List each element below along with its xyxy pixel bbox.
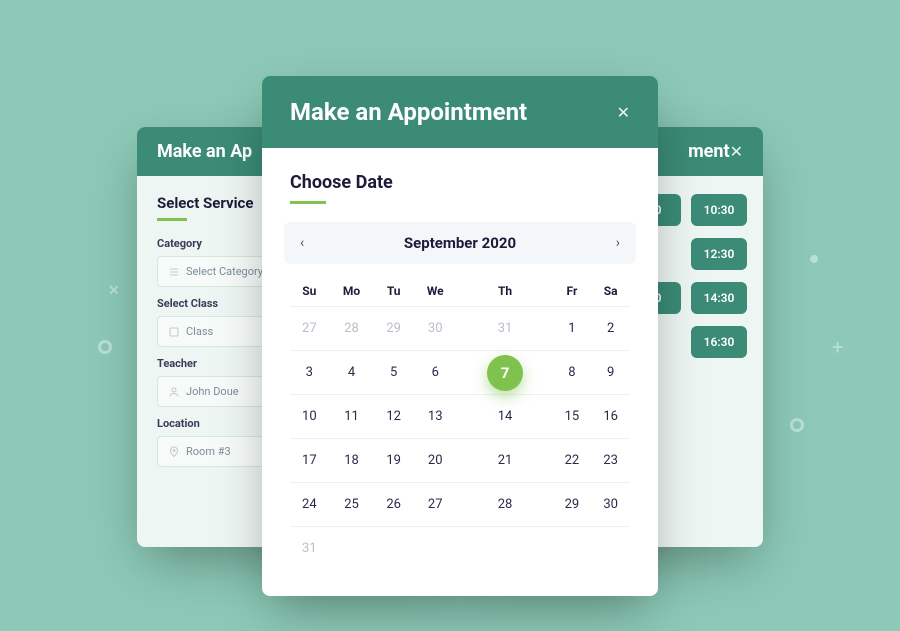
section-title: Choose Date xyxy=(290,172,630,193)
category-value: Select Category xyxy=(186,265,263,278)
tag-icon xyxy=(168,326,180,338)
calendar-day[interactable]: 2 xyxy=(591,307,630,351)
list-icon xyxy=(168,266,180,278)
calendar-day[interactable]: 31 xyxy=(290,527,329,571)
time-slot[interactable]: 16:30 xyxy=(691,326,747,358)
calendar-day[interactable]: 3 xyxy=(290,351,329,395)
calendar-day[interactable]: 31 xyxy=(457,307,552,351)
calendar-day[interactable]: 5 xyxy=(374,351,413,395)
calendar-day[interactable]: 27 xyxy=(413,483,457,527)
calendar-day[interactable]: 19 xyxy=(374,439,413,483)
calendar-day[interactable]: 12 xyxy=(374,395,413,439)
dow-header: Th xyxy=(457,274,552,307)
calendar: SuMoTuWeThFrSa 2728293031123456789101112… xyxy=(290,274,630,571)
calendar-day[interactable]: 17 xyxy=(290,439,329,483)
class-value: Class xyxy=(186,325,213,338)
section-rule xyxy=(290,201,326,204)
calendar-day[interactable]: 15 xyxy=(553,395,592,439)
time-slot[interactable]: 12:30 xyxy=(691,238,747,270)
section-rule xyxy=(157,218,187,221)
close-icon[interactable]: ✕ xyxy=(730,142,743,161)
month-bar: ‹ September 2020 › xyxy=(284,222,636,264)
calendar-day[interactable]: 18 xyxy=(329,439,375,483)
calendar-day[interactable]: 26 xyxy=(374,483,413,527)
calendar-day[interactable]: 23 xyxy=(591,439,630,483)
close-icon[interactable]: ✕ xyxy=(617,103,630,122)
calendar-day[interactable]: 8 xyxy=(553,351,592,395)
calendar-day[interactable]: 29 xyxy=(374,307,413,351)
location-value: Room #3 xyxy=(186,445,231,458)
calendar-day[interactable]: 1 xyxy=(553,307,592,351)
calendar-day[interactable]: 30 xyxy=(413,307,457,351)
pin-icon xyxy=(168,446,180,458)
calendar-day xyxy=(329,527,375,571)
calendar-day xyxy=(374,527,413,571)
calendar-day[interactable]: 4 xyxy=(329,351,375,395)
calendar-day[interactable]: 25 xyxy=(329,483,375,527)
calendar-day[interactable]: 20 xyxy=(413,439,457,483)
prev-month-button[interactable]: ‹ xyxy=(300,235,304,251)
calendar-day[interactable]: 16 xyxy=(591,395,630,439)
calendar-day[interactable]: 10 xyxy=(290,395,329,439)
dow-header: Su xyxy=(290,274,329,307)
calendar-day[interactable]: 27 xyxy=(290,307,329,351)
calendar-day[interactable]: 21 xyxy=(457,439,552,483)
calendar-day[interactable]: 24 xyxy=(290,483,329,527)
teacher-value: John Doue xyxy=(186,385,239,398)
time-slot[interactable]: 14:30 xyxy=(691,282,747,314)
calendar-day[interactable]: 7 xyxy=(457,351,552,395)
calendar-day[interactable]: 11 xyxy=(329,395,375,439)
calendar-day[interactable]: 6 xyxy=(413,351,457,395)
dow-header: Fr xyxy=(553,274,592,307)
dow-header: Sa xyxy=(591,274,630,307)
calendar-day xyxy=(413,527,457,571)
dow-header: Mo xyxy=(329,274,375,307)
calendar-day[interactable]: 28 xyxy=(329,307,375,351)
calendar-day[interactable]: 30 xyxy=(591,483,630,527)
dow-header: Tu xyxy=(374,274,413,307)
calendar-day xyxy=(553,527,592,571)
modal-title: Make an Ap xyxy=(157,141,252,162)
calendar-day[interactable]: 13 xyxy=(413,395,457,439)
calendar-day[interactable]: 22 xyxy=(553,439,592,483)
calendar-day[interactable]: 9 xyxy=(591,351,630,395)
calendar-day xyxy=(591,527,630,571)
calendar-day[interactable]: 28 xyxy=(457,483,552,527)
time-slot[interactable]: 10:30 xyxy=(691,194,747,226)
calendar-day xyxy=(457,527,552,571)
date-modal: Make an Appointment ✕ Choose Date ‹ Sept… xyxy=(262,76,658,596)
user-icon xyxy=(168,386,180,398)
month-label: September 2020 xyxy=(404,234,516,252)
dow-header: We xyxy=(413,274,457,307)
modal-title: Make an Appointment xyxy=(290,98,527,126)
calendar-day[interactable]: 29 xyxy=(553,483,592,527)
calendar-day[interactable]: 14 xyxy=(457,395,552,439)
next-month-button[interactable]: › xyxy=(616,235,620,251)
